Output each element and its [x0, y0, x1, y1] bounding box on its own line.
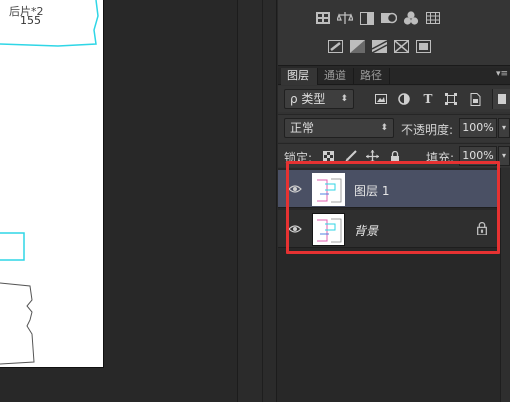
blend-opacity-row: 正常 ⬍ 不透明度: 100% ▾: [278, 114, 510, 142]
layer-thumbnail[interactable]: [312, 213, 345, 246]
tab-layers[interactable]: 图层: [281, 68, 318, 85]
opacity-dropdown-icon[interactable]: ▾: [498, 118, 510, 138]
exposure-icon[interactable]: [380, 9, 398, 27]
filter-kind-select[interactable]: ρ 类型 ⬍: [284, 89, 354, 109]
updown-arrow-icon: ⬍: [380, 123, 388, 133]
adjustments-panel: [278, 0, 510, 66]
panel-tab-bar: 图层 通道 路径 ▾≡: [278, 68, 510, 85]
document-canvas[interactable]: 后片*2 155: [0, 0, 104, 368]
opacity-label: 不透明度:: [401, 123, 454, 137]
text-filter-icon[interactable]: T: [421, 92, 435, 106]
fill-dropdown-icon[interactable]: ▾: [498, 146, 510, 166]
layer-row-background[interactable]: 背景: [278, 210, 500, 248]
visibility-eye-icon[interactable]: [288, 184, 302, 194]
color-balance-icon[interactable]: [326, 37, 344, 55]
lock-label: 锁定:: [284, 151, 313, 165]
visibility-eye-icon[interactable]: [288, 224, 302, 234]
vibrance-icon[interactable]: [402, 9, 420, 27]
lock-all-icon[interactable]: [388, 150, 401, 163]
lock-fill-row: 锁定: 填充: 100% ▾: [278, 143, 510, 167]
layer-filter-row: ρ 类型 ⬍ T: [278, 86, 510, 112]
document-canvas-area[interactable]: 后片*2 155: [0, 0, 237, 402]
layers-list: 图层 1 背景: [278, 168, 510, 402]
adjustments-row-2: [326, 37, 510, 55]
collapsed-panel-column: [237, 0, 277, 402]
layers-scrollbar[interactable]: [500, 168, 510, 402]
adjustments-row-1: [314, 9, 510, 27]
layer-lock-icon: [477, 222, 487, 235]
lock-transparent-pixels-icon[interactable]: [322, 150, 335, 163]
updown-arrow-icon: ⬍: [340, 94, 348, 104]
column-divider: [262, 0, 263, 402]
smart-object-filter-icon[interactable]: [468, 92, 482, 106]
fill-label: 填充:: [426, 151, 455, 165]
image-filter-icon[interactable]: [374, 92, 388, 106]
layer-row-layer-1[interactable]: 图层 1: [278, 170, 500, 208]
filter-toggle-icon[interactable]: [492, 89, 510, 109]
pattern-drawing: [0, 0, 99, 365]
blend-mode-value: 正常: [290, 121, 315, 135]
adjustment-filter-icon[interactable]: [397, 92, 411, 106]
levels-icon[interactable]: [336, 9, 354, 27]
hue-saturation-grid-icon[interactable]: [424, 9, 442, 27]
photo-filter-icon[interactable]: [370, 37, 388, 55]
channel-mixer-icon[interactable]: [392, 37, 410, 55]
fill-input[interactable]: 100%: [459, 146, 497, 166]
layer-thumbnail[interactable]: [312, 173, 345, 206]
layers-panel: 图层 通道 路径 ▾≡ ρ 类型 ⬍ T 正常 ⬍ 不透明度: 100% ▾ 锁…: [278, 68, 510, 402]
tab-paths[interactable]: 路径: [354, 68, 390, 85]
black-white-icon[interactable]: [348, 37, 366, 55]
lock-image-pixels-icon[interactable]: [344, 150, 357, 163]
shape-filter-icon[interactable]: [444, 92, 458, 106]
opacity-input[interactable]: 100%: [459, 118, 497, 138]
pattern-outline-bottom: [0, 282, 35, 365]
lock-position-icon[interactable]: [366, 150, 379, 163]
brightness-contrast-icon[interactable]: [314, 9, 332, 27]
curves-icon[interactable]: [358, 9, 376, 27]
layer-name[interactable]: 背景: [354, 222, 378, 239]
blend-mode-select[interactable]: 正常 ⬍: [284, 118, 394, 138]
tab-channels[interactable]: 通道: [318, 68, 354, 85]
color-lookup-icon[interactable]: [414, 37, 432, 55]
pattern-marker-box: [0, 232, 25, 261]
panel-menu-icon[interactable]: ▾≡: [496, 69, 508, 79]
layer-name[interactable]: 图层 1: [354, 182, 389, 199]
filter-kind-label: ρ 类型: [290, 92, 326, 106]
canvas-text-size: 155: [20, 14, 41, 27]
